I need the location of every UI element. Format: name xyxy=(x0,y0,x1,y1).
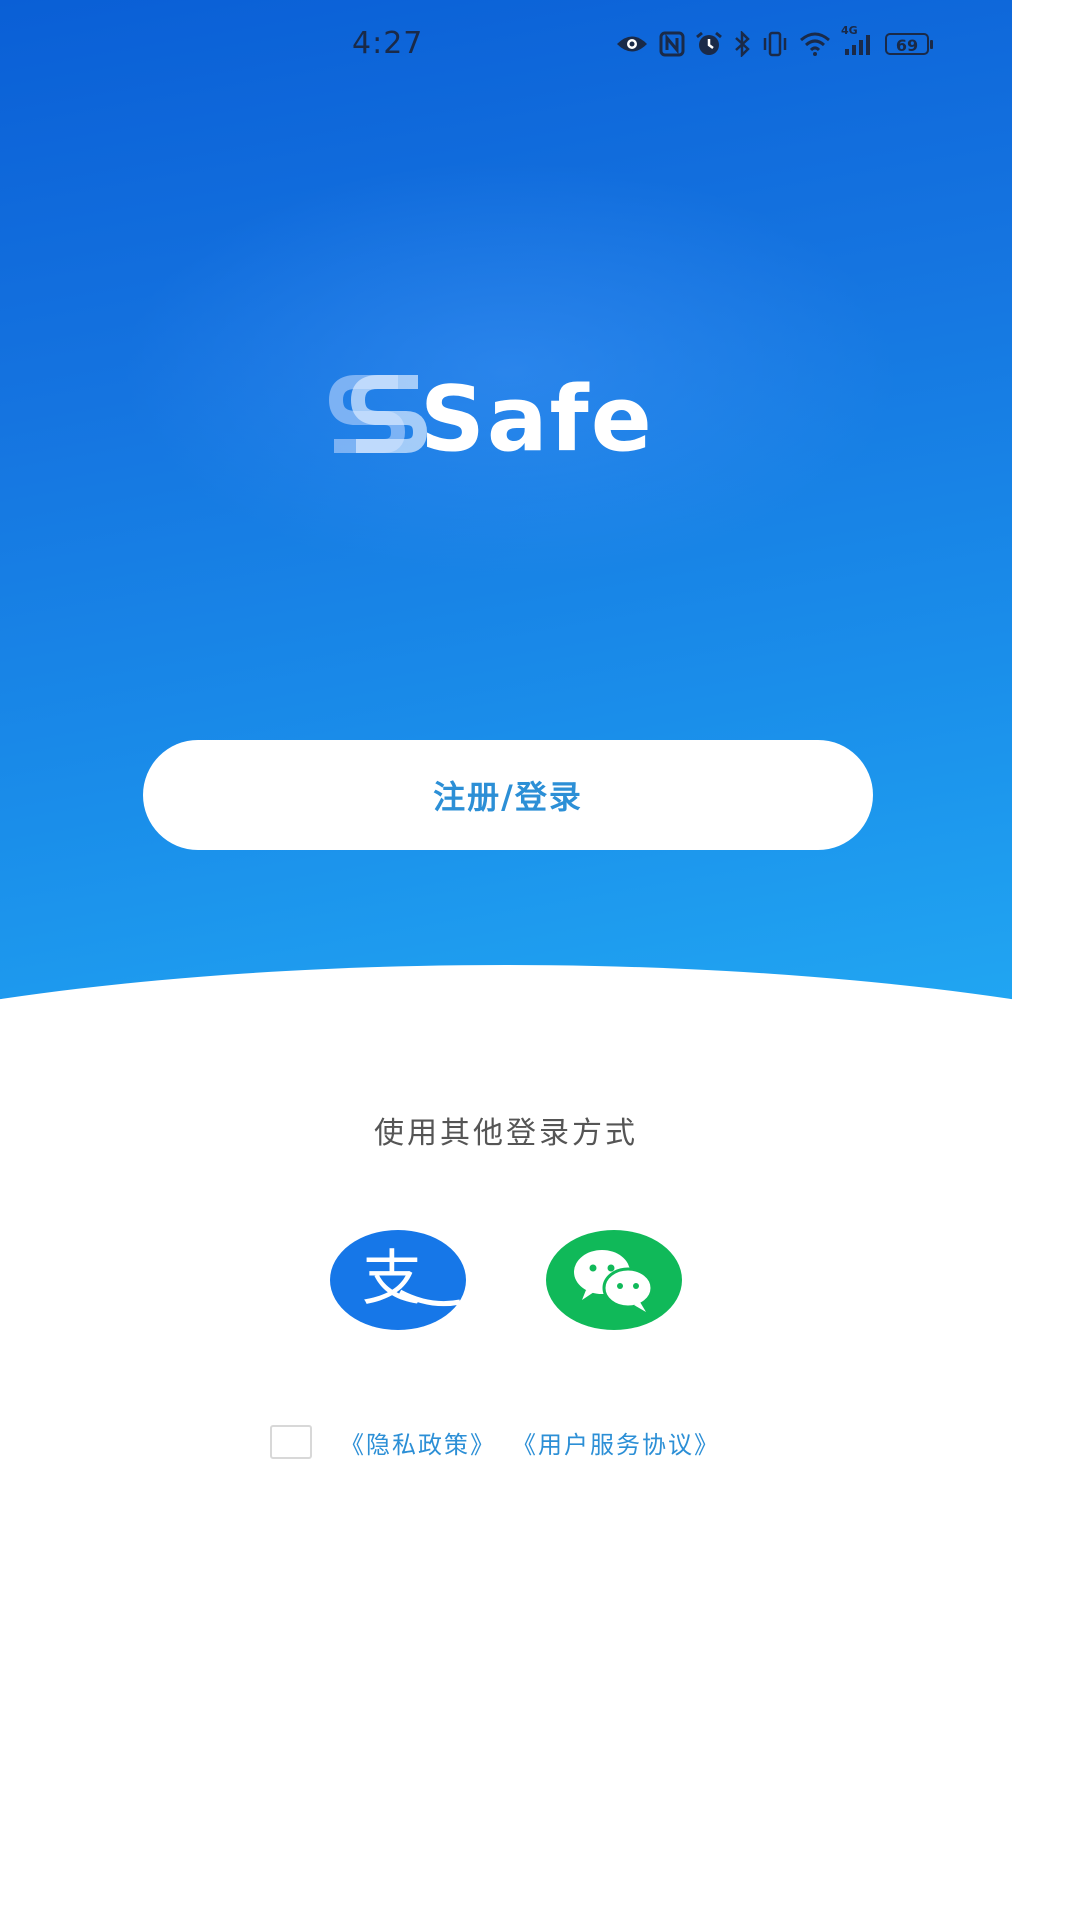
alarm-icon xyxy=(695,30,723,58)
user-agreement-link[interactable]: 《用户服务协议》 xyxy=(512,1425,720,1460)
other-login-label: 使用其他登录方式 xyxy=(374,1116,638,1151)
bluetooth-icon xyxy=(733,30,751,58)
battery-indicator: 69 xyxy=(885,33,933,55)
hero-banner xyxy=(0,0,1012,1010)
alipay-login-button[interactable]: 支 xyxy=(330,1230,466,1330)
privacy-policy-link[interactable]: 《隐私政策》 xyxy=(340,1425,496,1460)
agreement-checkbox[interactable] xyxy=(270,1425,312,1459)
wechat-login-button[interactable] xyxy=(546,1230,682,1330)
eye-icon xyxy=(615,30,649,58)
status-icons: 4G 69 xyxy=(615,24,933,58)
app-logo: Safe xyxy=(328,370,688,470)
logo-text: Safe xyxy=(420,367,654,472)
login-screen: 4:27 4G 69 Safe 注册/登录 使用其他登录方式 支 《隐私政策》 … xyxy=(0,0,1080,1920)
register-login-button[interactable]: 注册/登录 xyxy=(143,740,873,850)
vibrate-icon xyxy=(761,30,789,58)
status-bar: 4:27 4G 69 xyxy=(0,0,1012,90)
signal-icon: 4G xyxy=(841,24,875,58)
nfc-icon xyxy=(659,30,685,58)
alipay-icon: 支 xyxy=(330,1230,466,1330)
status-time: 4:27 xyxy=(352,26,424,61)
network-type-label: 4G xyxy=(841,24,858,37)
wechat-icon xyxy=(574,1250,654,1312)
hero-curve xyxy=(0,965,1012,1010)
wifi-icon xyxy=(799,30,831,58)
agreement-row: 《隐私政策》 《用户服务协议》 xyxy=(270,1422,736,1462)
